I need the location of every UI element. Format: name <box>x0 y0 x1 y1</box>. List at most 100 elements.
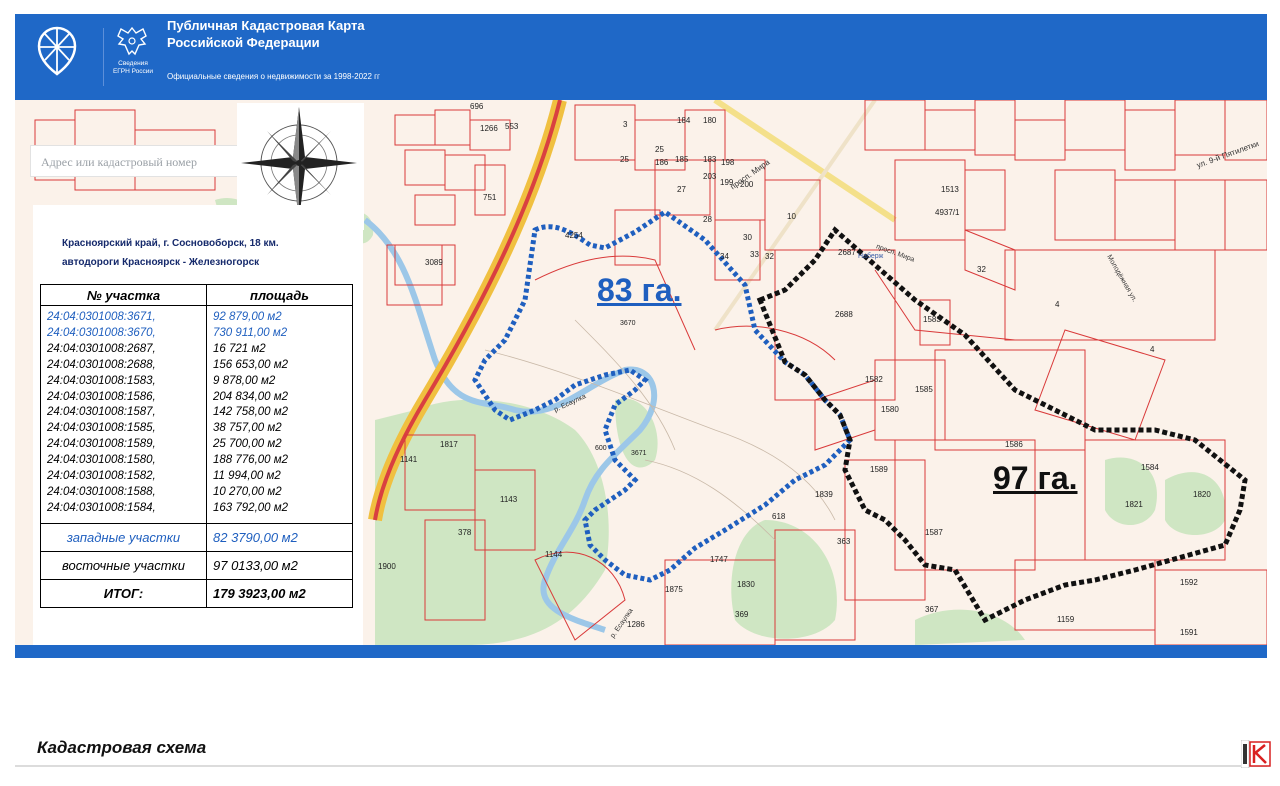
summary-label-east: восточные участки <box>40 550 207 580</box>
parcel-table: № участка площадь 24:04:0301008:3671, 24… <box>40 284 353 608</box>
parcel-area: 142 758,00 м2 <box>213 406 289 419</box>
parcel-label: 1585 <box>915 385 933 394</box>
parcel-number: 24:04:0301008:3671, <box>47 311 156 323</box>
parcel-number: 24:04:0301008:1580, <box>47 454 156 467</box>
header-separator <box>103 28 104 86</box>
parcel-label: 32 <box>765 252 774 261</box>
app-subtitle: Официальные сведения о недвижимости за 1… <box>167 72 380 81</box>
parcel-label: 2687 <box>838 248 856 257</box>
parcel-label: 25 <box>620 155 629 164</box>
header-bar: Сведения ЕГРН России Публичная Кадастров… <box>15 14 1267 100</box>
map-bottom-bar <box>15 645 1267 658</box>
parcel-number: 24:04:0301008:1587, <box>47 406 156 419</box>
parcel-label: 1747 <box>710 555 728 564</box>
footer-divider <box>15 765 1267 767</box>
parcel-label: 30 <box>743 233 752 242</box>
parcel-area: 156 653,00 м2 <box>213 358 289 371</box>
parcel-label: 1830 <box>737 580 755 589</box>
parcel-label: 751 <box>483 193 497 202</box>
parcel-number: 24:04:0301008:3670, <box>47 326 156 339</box>
parcel-label: 1820 <box>1193 490 1211 499</box>
parcel-label: 28 <box>703 215 712 224</box>
parcel-label: 553 <box>505 122 519 131</box>
parcel-label: 600 <box>595 445 607 452</box>
parcel-area: 204 834,00 м2 <box>213 390 289 403</box>
parcel-area: 9 878,00 м2 <box>213 374 276 387</box>
slide-title: Кадастровая схема <box>37 738 207 757</box>
parcel-label: 3089 <box>425 258 443 267</box>
location-description: Красноярский край, г. Сосновоборск, 18 к… <box>62 234 352 272</box>
parcel-area-list: 92 879,00 м2 730 911,00 м2 16 721 м2 156… <box>206 305 353 524</box>
parcel-label: 27 <box>677 185 686 194</box>
parcel-label: 203 <box>703 172 717 181</box>
summary-value-west: 82 3790,00 м2 <box>206 522 353 552</box>
parcel-label: 1900 <box>378 562 396 571</box>
parcel-label: 1589 <box>870 465 888 474</box>
parcel-label: 1839 <box>815 490 833 499</box>
parcel-label: 185 <box>675 155 689 164</box>
parcel-number: 24:04:0301008:1585, <box>47 422 156 435</box>
parcel-label: 1821 <box>1125 500 1143 509</box>
parcel-label: 1141 <box>400 455 418 464</box>
parcel-label: 3671 <box>631 450 647 457</box>
parcel-label: 25 <box>655 145 664 154</box>
column-header-area: площадь <box>206 284 353 306</box>
location-line-1: Красноярский край, г. Сосновоборск, 18 к… <box>62 238 279 249</box>
parcel-number-list: 24:04:0301008:3671, 24:04:0301008:3670, … <box>40 305 207 524</box>
parcel-label: 33 <box>750 250 759 259</box>
parcel-label: 1580 <box>881 405 899 414</box>
parcel-label: 1875 <box>665 585 683 594</box>
parcel-label: 3 <box>623 120 628 129</box>
parcel-label: 186 <box>655 158 669 167</box>
parcel-label: 696 <box>470 102 484 111</box>
emblem-caption: Сведения ЕГРН России <box>112 60 154 75</box>
parcel-label: 184 <box>677 116 691 125</box>
parcel-label: 1159 <box>1057 615 1075 624</box>
parcel-number: 24:04:0301008:2688, <box>47 358 156 371</box>
parcel-label: 1584 <box>1141 463 1159 472</box>
parcel-number: 24:04:0301008:1589, <box>47 438 156 451</box>
parcel-area: 16 721 м2 <box>213 342 266 355</box>
parcel-label: 4 <box>1150 345 1155 354</box>
summary-label-total: ИТОГ: <box>40 578 207 608</box>
summary-value-east: 97 0133,00 м2 <box>206 550 353 580</box>
parcel-label: 1143 <box>500 495 518 504</box>
brand-k-logo-icon <box>1241 740 1271 768</box>
double-headed-eagle-icon <box>117 26 147 56</box>
parcel-number: 24:04:0301008:2687, <box>47 342 156 355</box>
parcel-label: 1587 <box>925 528 943 537</box>
parcel-area: 10 270,00 м2 <box>213 485 282 498</box>
parcel-area: 11 994,00 м2 <box>213 470 281 483</box>
parcel-label: 4 <box>1055 300 1060 309</box>
parcel-area: 38 757,00 м2 <box>213 422 282 435</box>
parcel-label: 1513 <box>941 185 959 194</box>
globe-shield-icon <box>37 26 77 76</box>
east-area-label: 97 га. <box>993 460 1078 496</box>
parcel-label: 618 <box>772 512 786 521</box>
east-area-outline[interactable] <box>756 226 1248 624</box>
search-input[interactable]: Адрес или кадастровый номер <box>30 145 238 177</box>
parcel-number: 24:04:0301008:1586, <box>47 390 156 403</box>
parcel-label: 363 <box>837 537 851 546</box>
summary-label-west: западные участки <box>40 522 207 552</box>
parcel-label: 183 <box>703 155 717 164</box>
parcel-area: 92 879,00 м2 <box>213 311 282 323</box>
parcel-number: 24:04:0301008:1582, <box>47 470 156 483</box>
parcel-label: 369 <box>735 610 749 619</box>
parcel-label: 1817 <box>440 440 458 449</box>
parcel-label: 4254 <box>565 231 583 240</box>
parcel-label: 2688 <box>835 310 853 319</box>
parcel-area: 188 776,00 м2 <box>213 454 289 467</box>
parcel-area: 25 700,00 м2 <box>213 438 282 451</box>
parcel-label: 180 <box>703 116 717 125</box>
parcel-label: 1144 <box>545 550 563 559</box>
west-area-label: 83 га. <box>597 272 682 308</box>
column-header-number: № участка <box>40 284 207 306</box>
summary-value-total: 179 3923,00 м2 <box>206 578 353 608</box>
parcel-number: 24:04:0301008:1583, <box>47 374 156 387</box>
parcel-label: 378 <box>458 528 472 537</box>
parcel-number: 24:04:0301008:1588, <box>47 485 156 498</box>
parcel-label: 1286 <box>627 620 645 629</box>
parcel-label: 198 <box>721 158 735 167</box>
street-label: Наберж <box>858 253 884 260</box>
